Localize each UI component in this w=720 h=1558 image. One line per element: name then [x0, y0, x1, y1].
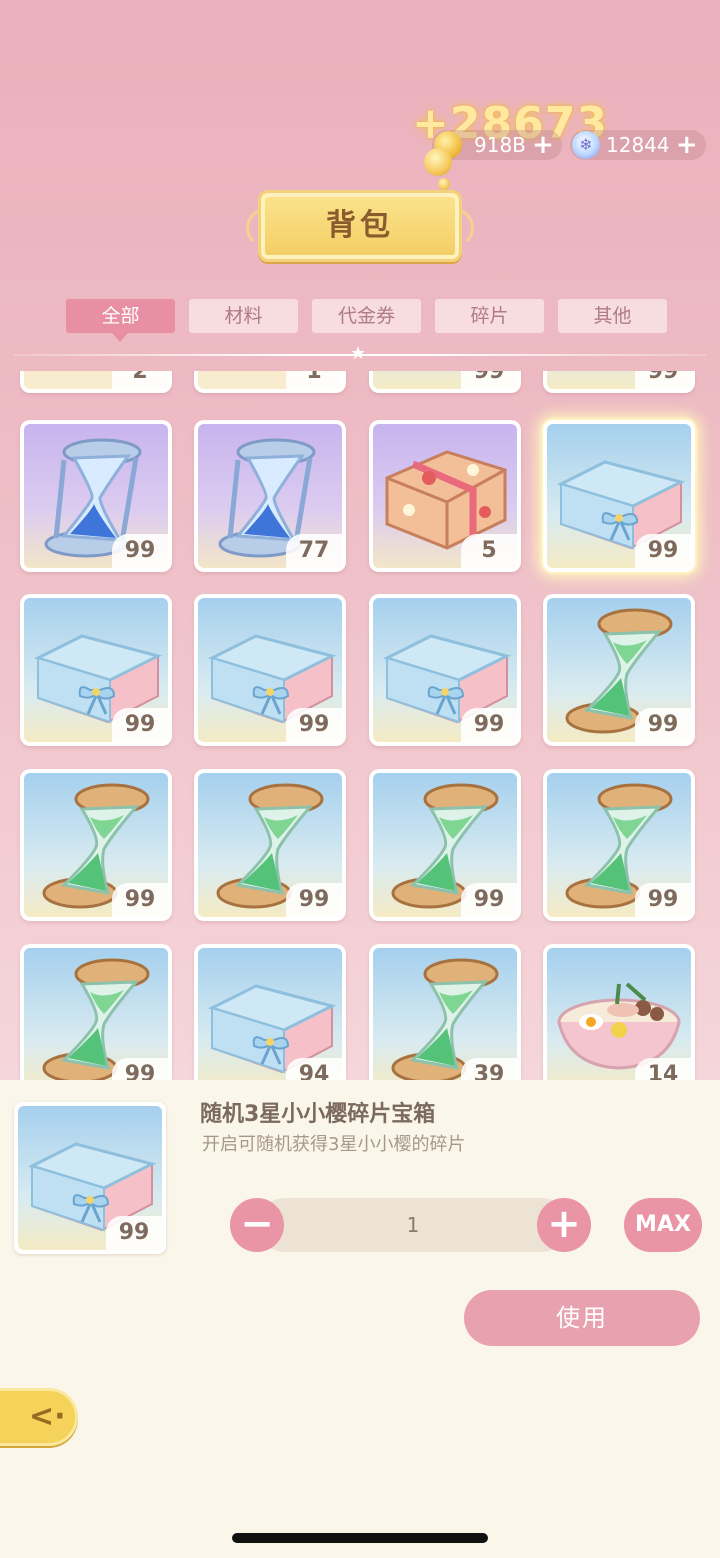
- item-count: 2: [112, 371, 168, 389]
- item-cell[interactable]: 94: [194, 944, 346, 1080]
- item-count: 5: [461, 534, 517, 568]
- page-title: 背包: [258, 190, 462, 262]
- tab-all[interactable]: 全部: [66, 299, 175, 342]
- item-cell[interactable]: 99: [20, 420, 172, 572]
- item-count: 99: [635, 883, 691, 917]
- item-name: 随机3星小小樱碎片宝箱: [200, 1102, 436, 1127]
- gold-amount: 918B: [474, 133, 526, 157]
- tab-materials[interactable]: 材料: [189, 299, 298, 333]
- item-count: 99: [112, 534, 168, 568]
- selected-item-thumbnail: 99: [14, 1102, 166, 1254]
- gem-amount: 12844: [606, 133, 670, 157]
- item-count: 99: [635, 371, 691, 389]
- item-cell[interactable]: 77: [194, 420, 346, 572]
- tab-other[interactable]: 其他: [558, 299, 667, 333]
- decrease-button[interactable]: −: [230, 1198, 284, 1252]
- item-cell[interactable]: 99: [369, 371, 521, 393]
- item-cell[interactable]: 99: [543, 769, 695, 921]
- item-grid[interactable]: 2 1 99 99 99 77 5 99 99 99 99 99 99 99 9…: [0, 371, 720, 1080]
- item-cell[interactable]: 99: [20, 769, 172, 921]
- item-cell[interactable]: 99: [20, 594, 172, 746]
- falling-coin-icon: [438, 178, 450, 190]
- item-cell[interactable]: 39: [369, 944, 521, 1080]
- home-indicator[interactable]: [232, 1533, 488, 1543]
- snowflake-gem-icon: [572, 131, 600, 159]
- item-count: 99: [112, 1058, 168, 1080]
- falling-coin-icon: [424, 148, 452, 176]
- item-count: 99: [461, 883, 517, 917]
- item-cell[interactable]: 99: [20, 944, 172, 1080]
- item-count: 99: [461, 371, 517, 389]
- item-cell[interactable]: 2: [20, 371, 172, 393]
- category-tabs: 全部 材料 代金券 碎片 其他: [66, 299, 667, 342]
- item-cell[interactable]: 99: [543, 371, 695, 393]
- item-count: 39: [461, 1058, 517, 1080]
- quantity-value[interactable]: 1: [258, 1198, 568, 1252]
- item-detail-panel: 99 随机3星小小樱碎片宝箱 开启可随机获得3星小小樱的碎片 1 − + MAX…: [0, 1080, 720, 1558]
- tab-vouchers[interactable]: 代金券: [312, 299, 421, 333]
- item-cell[interactable]: 99: [369, 594, 521, 746]
- star-icon: ★: [350, 343, 367, 364]
- tab-fragments[interactable]: 碎片: [435, 299, 544, 333]
- max-button[interactable]: MAX: [624, 1198, 702, 1252]
- item-count: 99: [461, 708, 517, 742]
- add-gold-button[interactable]: +: [532, 130, 554, 160]
- gem-currency[interactable]: 12844 +: [570, 130, 706, 160]
- item-cell[interactable]: 14: [543, 944, 695, 1080]
- item-count: 99: [106, 1216, 162, 1250]
- item-cell[interactable]: 99: [369, 769, 521, 921]
- item-count: 99: [112, 708, 168, 742]
- increase-button[interactable]: +: [537, 1198, 591, 1252]
- item-count: 1: [286, 371, 342, 389]
- item-cell[interactable]: 99: [194, 594, 346, 746]
- item-cell-selected[interactable]: 99: [543, 420, 695, 572]
- item-cell[interactable]: 99: [194, 769, 346, 921]
- item-cell[interactable]: 99: [543, 594, 695, 746]
- item-description: 开启可随机获得3星小小樱的碎片: [202, 1134, 466, 1155]
- item-count: 99: [286, 708, 342, 742]
- item-cell[interactable]: 5: [369, 420, 521, 572]
- item-cell[interactable]: 1: [194, 371, 346, 393]
- add-gem-button[interactable]: +: [676, 130, 698, 160]
- item-count: 77: [286, 534, 342, 568]
- back-button[interactable]: <·: [0, 1388, 78, 1446]
- use-button[interactable]: 使用: [464, 1290, 700, 1346]
- item-count: 94: [286, 1058, 342, 1080]
- item-count: 99: [635, 708, 691, 742]
- item-count: 99: [286, 883, 342, 917]
- gold-currency[interactable]: 918B +: [432, 130, 562, 160]
- item-count: 99: [112, 883, 168, 917]
- back-arrow-icon: <·: [29, 1399, 66, 1434]
- item-count: 99: [635, 534, 691, 568]
- item-count: 14: [635, 1058, 691, 1080]
